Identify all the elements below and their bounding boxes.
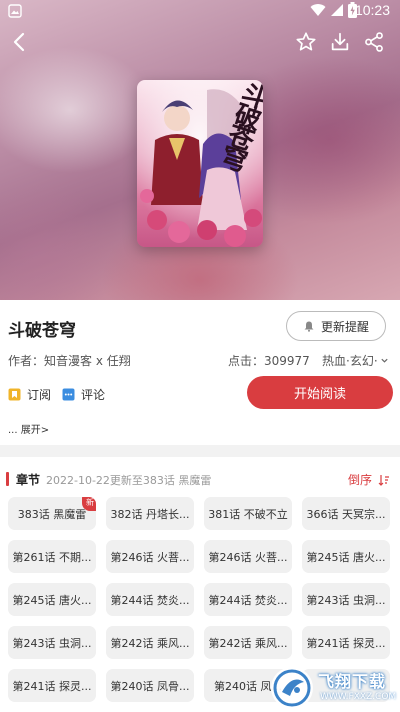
chapter-chip-label: 381话 不破不立 [208,507,288,521]
wifi-icon [310,4,326,17]
chapter-chip-label: 第245话 唐火... [306,550,386,564]
chapter-chip[interactable]: 382话 丹塔长... [106,497,194,530]
favorite-button[interactable] [292,28,320,56]
hero-banner: 10:23 斗破苍穹 [0,0,400,300]
chapter-chip-label: 第242话 乘风... [110,636,190,650]
chapter-chip-label: 第241话 探灵... [12,679,92,693]
status-bar: 10:23 [0,0,400,24]
bell-icon [304,321,314,332]
chapter-chip[interactable]: 366话 天冥宗... [302,497,390,530]
notification-image-icon [8,4,22,18]
chapter-chip-label: 第246话 火菩... [110,550,190,564]
cover-illustration: 斗破苍穹 [137,80,263,247]
new-badge: 新 [82,497,96,511]
chapter-chip[interactable]: 381话 不破不立 [204,497,292,530]
chapter-chip-label: 382话 丹塔长... [110,507,190,521]
chapter-chip[interactable]: 第241话 探灵... [8,669,96,702]
chapter-chip[interactable]: 第244话 焚炎... [106,583,194,616]
chapter-chip[interactable]: 第242话 乘风... [106,626,194,659]
star-icon [296,32,316,51]
chapter-label: 章节 [16,473,41,487]
comment-label: 评论 [81,388,106,402]
chevron-left-icon [13,32,25,52]
chapter-chip[interactable]: 第261话 不期... [8,540,96,573]
subscribe-label: 订阅 [27,388,52,402]
update-reminder-button[interactable]: 更新提醒 [286,311,386,341]
bookmark-icon [8,388,21,401]
chevron-down-icon [381,358,388,363]
chapter-chip[interactable]: 第242话 乘风... [204,626,292,659]
comment-icon [62,388,75,401]
chapter-chip[interactable]: 第243话 虫洞... [8,626,96,659]
chapter-chip[interactable]: 第245话 唐火... [302,540,390,573]
book-author: 作者：知音漫客 x 任翔 [8,354,131,368]
sort-order-button[interactable]: 倒序 [348,471,390,488]
chapter-update-info: 2022-10-22更新至383话 黑魔雷 [46,474,212,487]
chapter-chip-label: 366话 天冥宗... [306,507,386,521]
chapter-chip-label: 第240话 凤骨... [110,679,190,693]
chapter-chip[interactable]: 第240话 凤骨... [106,669,194,702]
back-button[interactable] [6,28,34,56]
share-icon [365,32,383,52]
sort-descending-icon [378,474,389,486]
expand-description[interactable]: ... 展开> [8,421,49,436]
download-icon [331,32,349,51]
chapter-chip-label: 第261话 不期... [12,550,92,564]
chapter-chip[interactable]: 第244话 焚炎... [204,583,292,616]
comment-button[interactable]: 评论 [62,386,105,403]
genre-text: 热血·玄幻· [322,354,378,368]
chapter-chip-label: 第243话 虫洞... [12,636,92,650]
start-reading-button[interactable]: 开始阅读 [247,376,393,409]
share-button[interactable] [360,28,388,56]
chapter-chip[interactable]: 第246话 火菩... [204,540,292,573]
chapter-chip-label: 第243话 虫洞... [306,593,386,607]
download-button[interactable] [326,28,354,56]
chapter-chip-label: 第244话 焚炎... [110,593,190,607]
sort-order-label: 倒序 [347,473,372,487]
chapter-chip[interactable]: 第245话 唐火... [8,583,96,616]
status-time: 10:23 [354,2,390,18]
subscribe-button[interactable]: 订阅 [8,386,51,403]
signal-icon [331,4,343,16]
chapter-chip[interactable]: 第246话 火菩... [106,540,194,573]
chapter-chip-label: 383话 黑魔雷 [17,507,87,521]
chapter-chip-label: 第241话 探灵... [306,636,386,650]
chapter-chip[interactable]: 第241话 探灵... [302,626,390,659]
chapter-chip-label: 第245话 唐火... [12,593,92,607]
chapter-header: 章节 2022-10-22更新至383话 黑魔雷 倒序 [0,471,400,487]
book-cover[interactable]: 斗破苍穹 [137,80,263,247]
book-clicks: 点击：309977 [228,354,310,368]
chapter-chip[interactable]: 383话 黑魔雷新 [8,497,96,530]
watermark-text: 飞翔下载 [318,672,387,691]
book-info-card: 斗破苍穹 更新提醒 作者：知音漫客 x 任翔 点击：309977 热血·玄幻· … [0,300,400,445]
watermark-url: WWW.FXXZ.COM [320,692,397,702]
chapter-chip-label: 第246话 火菩... [208,550,288,564]
chapter-chip-label: 第244话 焚炎... [208,593,288,607]
section-marker [6,472,9,486]
chapter-chip-label: 第242话 乘风... [208,636,288,650]
site-watermark: 飞翔下载 WWW.FXXZ.COM [268,662,400,712]
genre-tags[interactable]: 热血·玄幻· [322,352,389,369]
book-title: 斗破苍穹 [8,321,76,341]
chapter-chip[interactable]: 第243话 虫洞... [302,583,390,616]
update-reminder-label: 更新提醒 [320,319,369,334]
